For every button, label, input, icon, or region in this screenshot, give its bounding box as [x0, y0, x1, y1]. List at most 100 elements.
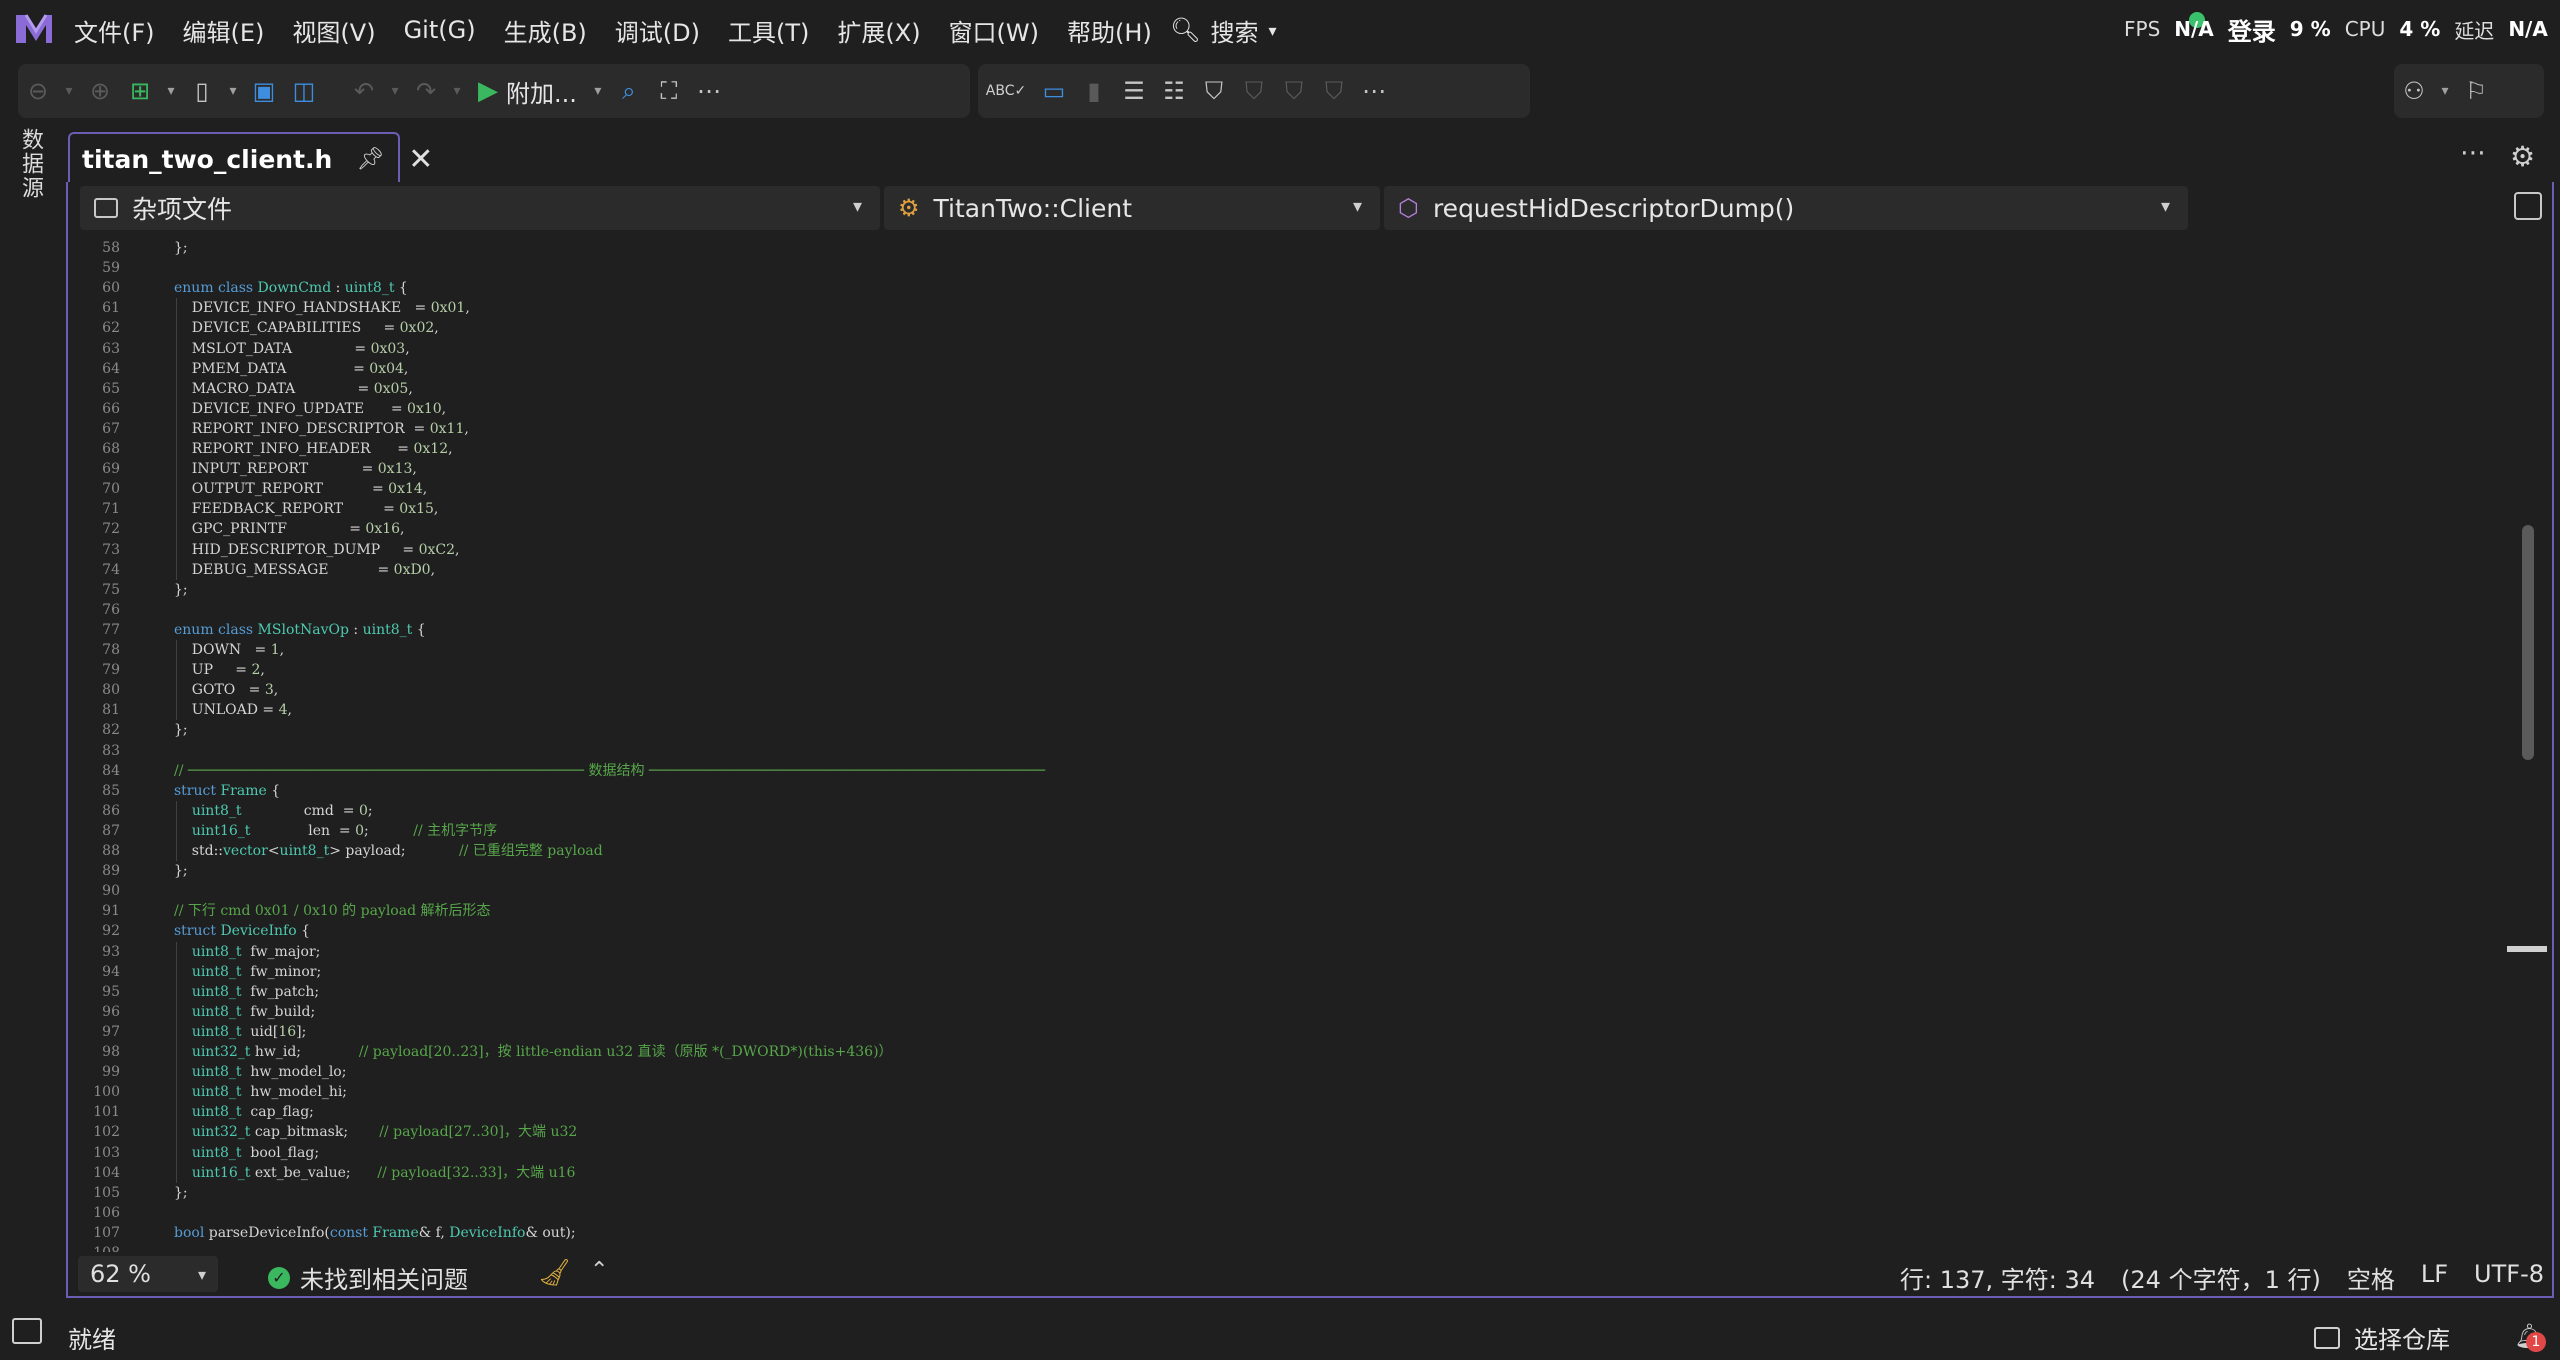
code-line[interactable]: 62 DEVICE_CAPABILITIES = 0x02,	[68, 318, 2468, 338]
code-line[interactable]: 94 uint8_t fw_minor;	[68, 962, 2468, 982]
save-icon[interactable]: ▣	[244, 71, 284, 111]
code-line[interactable]: 67 REPORT_INFO_DESCRIPTOR = 0x11,	[68, 419, 2468, 439]
code-line[interactable]: 96 uint8_t fw_build;	[68, 1002, 2468, 1022]
code-line[interactable]: 104 uint16_t ext_be_value; // payload[32…	[68, 1163, 2468, 1183]
menu-item[interactable]: 帮助(H)	[1053, 13, 1166, 48]
code-line[interactable]: 103 uint8_t bool_flag;	[68, 1143, 2468, 1163]
visual-studio-logo-icon[interactable]	[12, 9, 56, 49]
data-sources-tab[interactable]: 数据源	[14, 128, 46, 208]
open-dropdown-icon[interactable]: ▾	[222, 71, 244, 111]
search-box[interactable]: 🔍︎ 搜索 ▾	[1170, 10, 1277, 50]
menu-item[interactable]: 工具(T)	[714, 13, 823, 48]
code-line[interactable]: 84 // ───────────────────────────────────…	[68, 761, 2468, 781]
issues-indicator[interactable]: ✓ 未找到相关问题	[268, 1260, 468, 1295]
code-line[interactable]: 95 uint8_t fw_patch;	[68, 982, 2468, 1002]
code-line[interactable]: 100 uint8_t hw_model_hi;	[68, 1082, 2468, 1102]
code-line[interactable]: 58};	[68, 238, 2468, 258]
menu-item[interactable]: 视图(V)	[278, 13, 389, 48]
code-line[interactable]: 77 enum class MSlotNavOp : uint8_t {	[68, 620, 2468, 640]
back-dropdown-icon[interactable]: ▾	[58, 71, 80, 111]
scrollbar-thumb[interactable]	[2522, 525, 2534, 760]
code-line[interactable]: 108	[68, 1243, 2468, 1252]
output-icon[interactable]	[12, 1318, 42, 1344]
menu-item[interactable]: 生成(B)	[490, 13, 601, 48]
select-repository-button[interactable]: 选择仓库	[2314, 1320, 2450, 1355]
increase-indent-icon[interactable]: ☷	[1154, 71, 1194, 111]
undo-dropdown-icon[interactable]: ▾	[384, 71, 406, 111]
live-share-icon[interactable]: ⛶	[649, 71, 689, 111]
code-line[interactable]: 85 struct Frame {	[68, 781, 2468, 801]
code-line[interactable]: 83	[68, 741, 2468, 761]
code-line[interactable]: 68 REPORT_INFO_HEADER = 0x12,	[68, 439, 2468, 459]
code-cleanup-icon[interactable]: 🧹︎	[538, 1258, 571, 1288]
code-line[interactable]: 98 uint32_t hw_id; // payload[20..23]，按 …	[68, 1042, 2468, 1062]
code-line[interactable]: 60 enum class DownCmd : uint8_t {	[68, 278, 2468, 298]
code-line[interactable]: 64 PMEM_DATA = 0x04,	[68, 359, 2468, 379]
menu-item[interactable]: 编辑(E)	[169, 13, 279, 48]
uncomment-icon[interactable]: ▮	[1074, 71, 1114, 111]
code-line[interactable]: 88 std::vector<uint8_t> payload; // 已重组完…	[68, 841, 2468, 861]
decrease-indent-icon[interactable]: ☰	[1114, 71, 1154, 111]
split-editor-icon[interactable]	[2514, 192, 2542, 220]
cursor-position[interactable]: 行: 137, 字符: 34	[1900, 1260, 2095, 1295]
code-line[interactable]: 75};	[68, 580, 2468, 600]
gear-icon[interactable]: ⚙	[2510, 140, 2535, 173]
code-line[interactable]: 59	[68, 258, 2468, 278]
new-dropdown-icon[interactable]: ▾	[160, 71, 182, 111]
attach-dropdown-icon[interactable]: ▾	[587, 71, 609, 111]
new-project-icon[interactable]: ⊞	[120, 71, 160, 111]
code-line[interactable]: 79 UP = 2,	[68, 660, 2468, 680]
code-line[interactable]: 86 uint8_t cmd = 0;	[68, 801, 2468, 821]
code-line[interactable]: 102 uint32_t cap_bitmask; // payload[27.…	[68, 1122, 2468, 1142]
code-line[interactable]: 97 uint8_t uid[16];	[68, 1022, 2468, 1042]
code-line[interactable]: 90	[68, 881, 2468, 901]
file-encoding[interactable]: UTF-8	[2474, 1260, 2544, 1295]
code-line[interactable]: 80 GOTO = 3,	[68, 680, 2468, 700]
menu-item[interactable]: 扩展(X)	[823, 13, 934, 48]
login-button[interactable]: 登录	[2228, 12, 2276, 47]
code-line[interactable]: 106	[68, 1203, 2468, 1223]
code-line[interactable]: 82};	[68, 720, 2468, 740]
code-line[interactable]: 87 uint16_t len = 0; // 主机字节序	[68, 821, 2468, 841]
code-line[interactable]: 91 // 下行 cmd 0x01 / 0x10 的 payload 解析后形态	[68, 901, 2468, 921]
code-line[interactable]: 89};	[68, 861, 2468, 881]
code-line[interactable]: 101 uint8_t cap_flag;	[68, 1102, 2468, 1122]
menu-item[interactable]: Git(G)	[390, 16, 490, 44]
menu-item[interactable]: 调试(D)	[601, 13, 714, 48]
code-line[interactable]: 99 uint8_t hw_model_lo;	[68, 1062, 2468, 1082]
attach-button[interactable]: ▶ 附加...	[468, 74, 587, 109]
pin-icon[interactable]: 📌︎	[356, 147, 384, 172]
code-line[interactable]: 61 DEVICE_INFO_HANDSHAKE = 0x01,	[68, 298, 2468, 318]
copilot-dropdown-icon[interactable]: ▾	[2434, 71, 2456, 111]
copilot-icon[interactable]: ⚇	[2394, 71, 2434, 111]
code-line[interactable]: 93 uint8_t fw_major;	[68, 942, 2468, 962]
code-line[interactable]: 69 INPUT_REPORT = 0x13,	[68, 459, 2468, 479]
feedback-icon[interactable]: ⚐	[2456, 71, 2496, 111]
member-dropdown[interactable]: ⬡ requestHidDescriptorDump() ▾	[1384, 186, 2188, 230]
comment-icon[interactable]: ▭	[1034, 71, 1074, 111]
undo-icon[interactable]: ↶	[344, 71, 384, 111]
navigate-back-icon[interactable]: ⊖	[18, 71, 58, 111]
prev-bookmark-icon[interactable]: ⛉	[1234, 71, 1274, 111]
redo-dropdown-icon[interactable]: ▾	[446, 71, 468, 111]
code-editor[interactable]: 58}; 59 60 enum class DownCmd : uint8_t {61…	[68, 232, 2508, 1252]
zoom-dropdown[interactable]: 62 % ▾	[78, 1256, 218, 1292]
code-line[interactable]: 81 UNLOAD = 4,	[68, 700, 2468, 720]
code-line[interactable]: 72 GPC_PRINTF = 0x16,	[68, 519, 2468, 539]
code-line[interactable]: 105};	[68, 1183, 2468, 1203]
find-in-files-icon[interactable]: ⌕	[609, 71, 649, 111]
navigate-forward-icon[interactable]: ⊕	[80, 71, 120, 111]
redo-icon[interactable]: ↷	[406, 71, 446, 111]
code-line[interactable]: 107 bool parseDeviceInfo(const Frame& f, …	[68, 1223, 2468, 1243]
tab-overflow-icon[interactable]: ⋯	[2460, 138, 2486, 168]
code-line[interactable]: 71 FEEDBACK_REPORT = 0x15,	[68, 499, 2468, 519]
code-line[interactable]: 65 MACRO_DATA = 0x05,	[68, 379, 2468, 399]
project-dropdown[interactable]: 杂项文件 ▾	[80, 186, 880, 230]
code-line[interactable]: 74 DEBUG_MESSAGE = 0xD0,	[68, 560, 2468, 580]
code-line[interactable]: 73 HID_DESCRIPTOR_DUMP = 0xC2,	[68, 540, 2468, 560]
scope-dropdown[interactable]: ⚙ TitanTwo::Client ▾	[884, 186, 1380, 230]
code-line[interactable]: 66 DEVICE_INFO_UPDATE = 0x10,	[68, 399, 2468, 419]
indentation-mode[interactable]: 空格	[2347, 1260, 2395, 1295]
close-icon[interactable]: ✕	[408, 142, 433, 177]
menu-item[interactable]: 窗口(W)	[935, 13, 1053, 48]
